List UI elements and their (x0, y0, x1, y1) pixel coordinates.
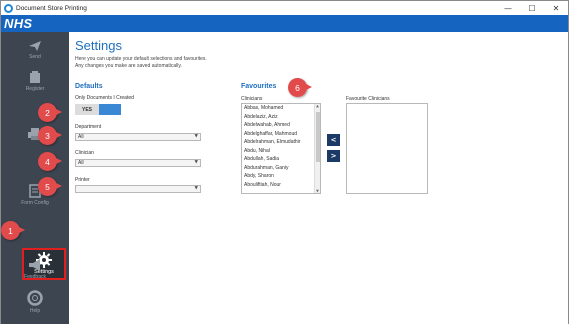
defaults-heading: Defaults (75, 83, 103, 90)
list-item[interactable]: Abdurahman, Ganiy (242, 164, 320, 173)
printer-select[interactable]: ▼ (75, 185, 201, 193)
favourites-heading: Favourites (241, 83, 277, 90)
list-item[interactable]: Abdullah, Sadia (242, 155, 320, 164)
window-controls: — ☐ ✕ (496, 1, 568, 15)
scroll-up-icon[interactable]: ▲ (315, 104, 320, 108)
page-subtitle-line: Any changes you make are saved automatic… (75, 63, 182, 69)
sidebar-item-send[interactable]: Send (1, 40, 69, 60)
callout-marker: 1 (1, 221, 25, 240)
title-bar: Document Store Printing — ☐ ✕ (1, 1, 568, 15)
chevron-down-icon: ▼ (194, 160, 198, 165)
minimize-button[interactable]: — (496, 1, 520, 15)
list-item[interactable]: Abdy, Sharon (242, 172, 320, 181)
scrollbar-thumb[interactable] (316, 112, 320, 162)
sidebar-item-label: Help (29, 308, 41, 314)
sidebar-item-label: Send (29, 54, 41, 60)
sidebar-item-label: Register (25, 86, 45, 92)
page-subtitle: Here you can update your default selecti… (75, 56, 207, 70)
toggle-yes: YES (75, 104, 99, 115)
printer-label: Printer (75, 177, 90, 183)
favourite-clinicians-label: Favourite Clinicians (346, 96, 390, 102)
department-select[interactable]: All ▼ (75, 133, 201, 141)
clinicians-label: Clinicians (241, 96, 263, 102)
close-button[interactable]: ✕ (544, 1, 568, 15)
list-item[interactable]: Abdu, Nihal (242, 147, 320, 156)
sidebar-item-label: Feedback (24, 274, 46, 280)
clinician-value: All (78, 160, 84, 166)
sidebar: Send Register Form Config Settings Feedb… (1, 32, 69, 324)
sidebar-item-register[interactable]: Register (1, 70, 69, 92)
lifebuoy-icon (27, 290, 43, 306)
toggle-handle (99, 104, 121, 115)
move-left-button[interactable]: < (327, 134, 340, 146)
settings-panel: Settings Here you can update your defaul… (69, 32, 568, 324)
register-icon (30, 71, 40, 83)
list-item[interactable]: Abouliftiah, Nour (242, 181, 320, 190)
maximize-button[interactable]: ☐ (520, 1, 544, 15)
page-subtitle-line: Here you can update your default selecti… (75, 56, 207, 62)
page-title: Settings (75, 38, 122, 53)
department-label: Department (75, 124, 102, 130)
list-item[interactable]: Abdelaziz, Aziz (242, 113, 320, 122)
megaphone-icon (29, 259, 40, 271)
app-icon (4, 3, 13, 13)
callout-marker: 4 (38, 152, 62, 171)
sidebar-item-label: Form Config (21, 200, 49, 206)
list-item[interactable]: Abdelghaffar, Mahmoud (242, 130, 320, 139)
send-icon (29, 41, 41, 51)
clinician-label: Clinician (75, 150, 94, 156)
nhs-logo: NHS (4, 16, 33, 31)
callout-marker: 6 (288, 78, 312, 97)
move-right-button[interactable]: > (327, 150, 340, 162)
clinicians-scrollbar[interactable]: ▲ ▼ (314, 104, 320, 193)
callout-marker: 2 (38, 103, 62, 122)
list-item[interactable]: Abdelrahman, Elmudathir (242, 138, 320, 147)
sidebar-item-help[interactable]: Help (1, 290, 69, 314)
department-value: All (78, 134, 84, 140)
scroll-down-icon[interactable]: ▼ (315, 189, 320, 193)
chevron-down-icon: ▼ (194, 186, 198, 191)
favourite-clinicians-list[interactable] (346, 103, 428, 194)
callout-marker: 3 (38, 126, 62, 145)
only-docs-toggle[interactable]: YES (75, 104, 121, 115)
callout-marker: 5 (38, 177, 62, 196)
brand-bar: NHS (1, 15, 568, 32)
chevron-down-icon: ▼ (194, 134, 198, 139)
only-docs-label: Only Documents I Created (75, 95, 134, 101)
sidebar-item-feedback[interactable]: Feedback (1, 258, 69, 280)
clinician-select[interactable]: All ▼ (75, 159, 201, 167)
list-item[interactable]: Abdelwahab, Ahmed (242, 121, 320, 130)
window-title: Document Store Printing (16, 4, 87, 12)
clinicians-list[interactable]: Abbas, Mohamed Abdelaziz, Aziz Abdelwaha… (241, 103, 321, 194)
app-window: Document Store Printing — ☐ ✕ NHS Send R… (0, 0, 569, 324)
list-item[interactable]: Abbas, Mohamed (242, 104, 320, 113)
